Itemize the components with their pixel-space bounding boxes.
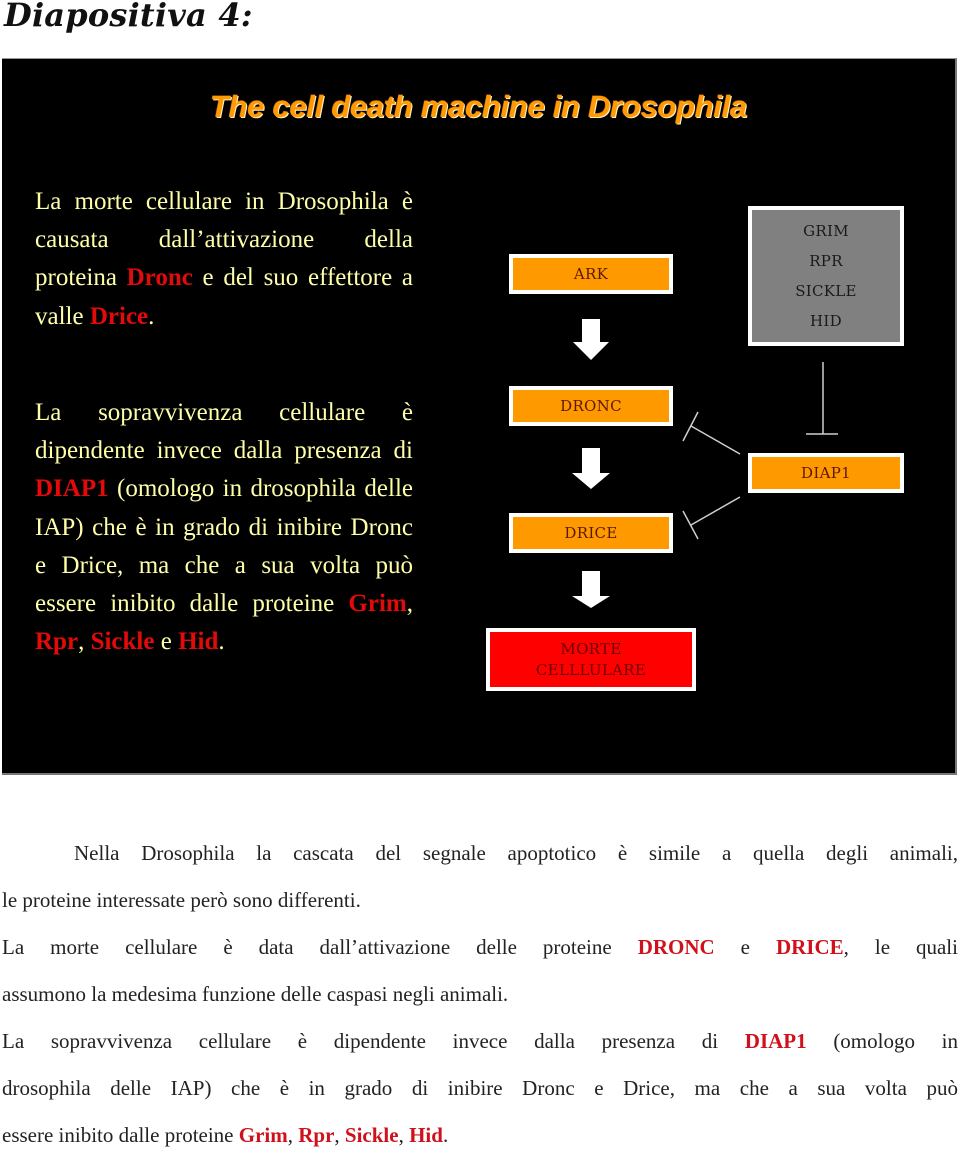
inhibition-bar-drice	[682, 510, 699, 540]
highlight-term: DRONC	[637, 935, 715, 959]
node-label: DIAP1	[801, 464, 851, 482]
highlight-term: DIAP1	[744, 1029, 807, 1053]
page-heading: Diapositiva 4:	[4, 0, 253, 34]
text: e	[714, 935, 776, 959]
node-label: DRONC	[560, 397, 622, 415]
node-label: DRICE	[564, 524, 618, 542]
text: ,	[287, 1123, 299, 1147]
document-line: La sopravvivenza cellulare è dipendente …	[2, 1018, 958, 1065]
node-label-grim: GRIM	[803, 222, 849, 240]
document-line: essere inibito dalle proteine Grim, Rpr,…	[2, 1112, 958, 1159]
document-line: La morte cellulare è data dall’attivazio…	[2, 924, 958, 971]
arrow-ark-to-dronc	[573, 319, 609, 360]
highlight-term: Sickle	[344, 1123, 399, 1147]
node-label-hid: HID	[810, 312, 842, 330]
text: essere inibito dalle proteine	[2, 1123, 239, 1147]
highlight-term: DRICE	[775, 935, 844, 959]
inhibition-bar-dronc	[682, 411, 699, 442]
node-label: ARK	[573, 265, 609, 283]
node-ark: ARK	[509, 254, 673, 294]
node-inhibitors: GRIM RPR SICKLE HID	[748, 206, 904, 346]
node-label-rpr: RPR	[809, 252, 843, 270]
document-line: assumono la medesima funzione delle casp…	[2, 971, 958, 1018]
node-dronc: DRONC	[509, 386, 673, 426]
diagram-connectors	[572, 319, 838, 608]
text: La sopravvivenza cellulare è dipendente …	[2, 1029, 745, 1053]
node-drice: DRICE	[509, 513, 673, 553]
text: ,	[398, 1123, 410, 1147]
text: (omologo in	[806, 1029, 959, 1053]
node-label: CELLLULARE	[535, 660, 647, 679]
text: Nella Drosophila la cascata del segnale …	[74, 841, 958, 865]
node-label-sickle: SICKLE	[795, 282, 857, 300]
text: assumono la medesima funzione delle casp…	[2, 982, 509, 1006]
document-line: le proteine interessate però sono differ…	[2, 877, 958, 924]
highlight-term: Rpr	[298, 1123, 335, 1147]
text: , le quali	[843, 935, 958, 959]
highlight-term: Hid	[409, 1123, 443, 1147]
node-diap1: DIAP1	[748, 453, 904, 493]
text: La morte cellulare è data dall’attivazio…	[2, 935, 638, 959]
document-line: drosophila delle IAP) che è in grado di …	[2, 1065, 958, 1112]
inhibition-line-to-dronc	[690, 425, 741, 455]
text: drosophila delle IAP) che è in grado di …	[2, 1076, 958, 1100]
inhibition-line-to-drice	[690, 496, 741, 526]
text: ,	[334, 1123, 345, 1147]
document-line: Nella Drosophila la cascata del segnale …	[74, 830, 958, 877]
node-morte-cellulare: MORTE CELLLULARE	[486, 628, 696, 691]
arrow-drice-to-morte	[572, 571, 610, 608]
text: .	[442, 1123, 449, 1147]
arrow-dronc-to-drice	[572, 448, 610, 489]
text: le proteine interessate però sono differ…	[2, 888, 361, 912]
slide: The cell death machine in Drosophila La …	[2, 58, 957, 775]
highlight-term: Grim	[238, 1123, 288, 1147]
node-label: MORTE	[560, 639, 622, 658]
